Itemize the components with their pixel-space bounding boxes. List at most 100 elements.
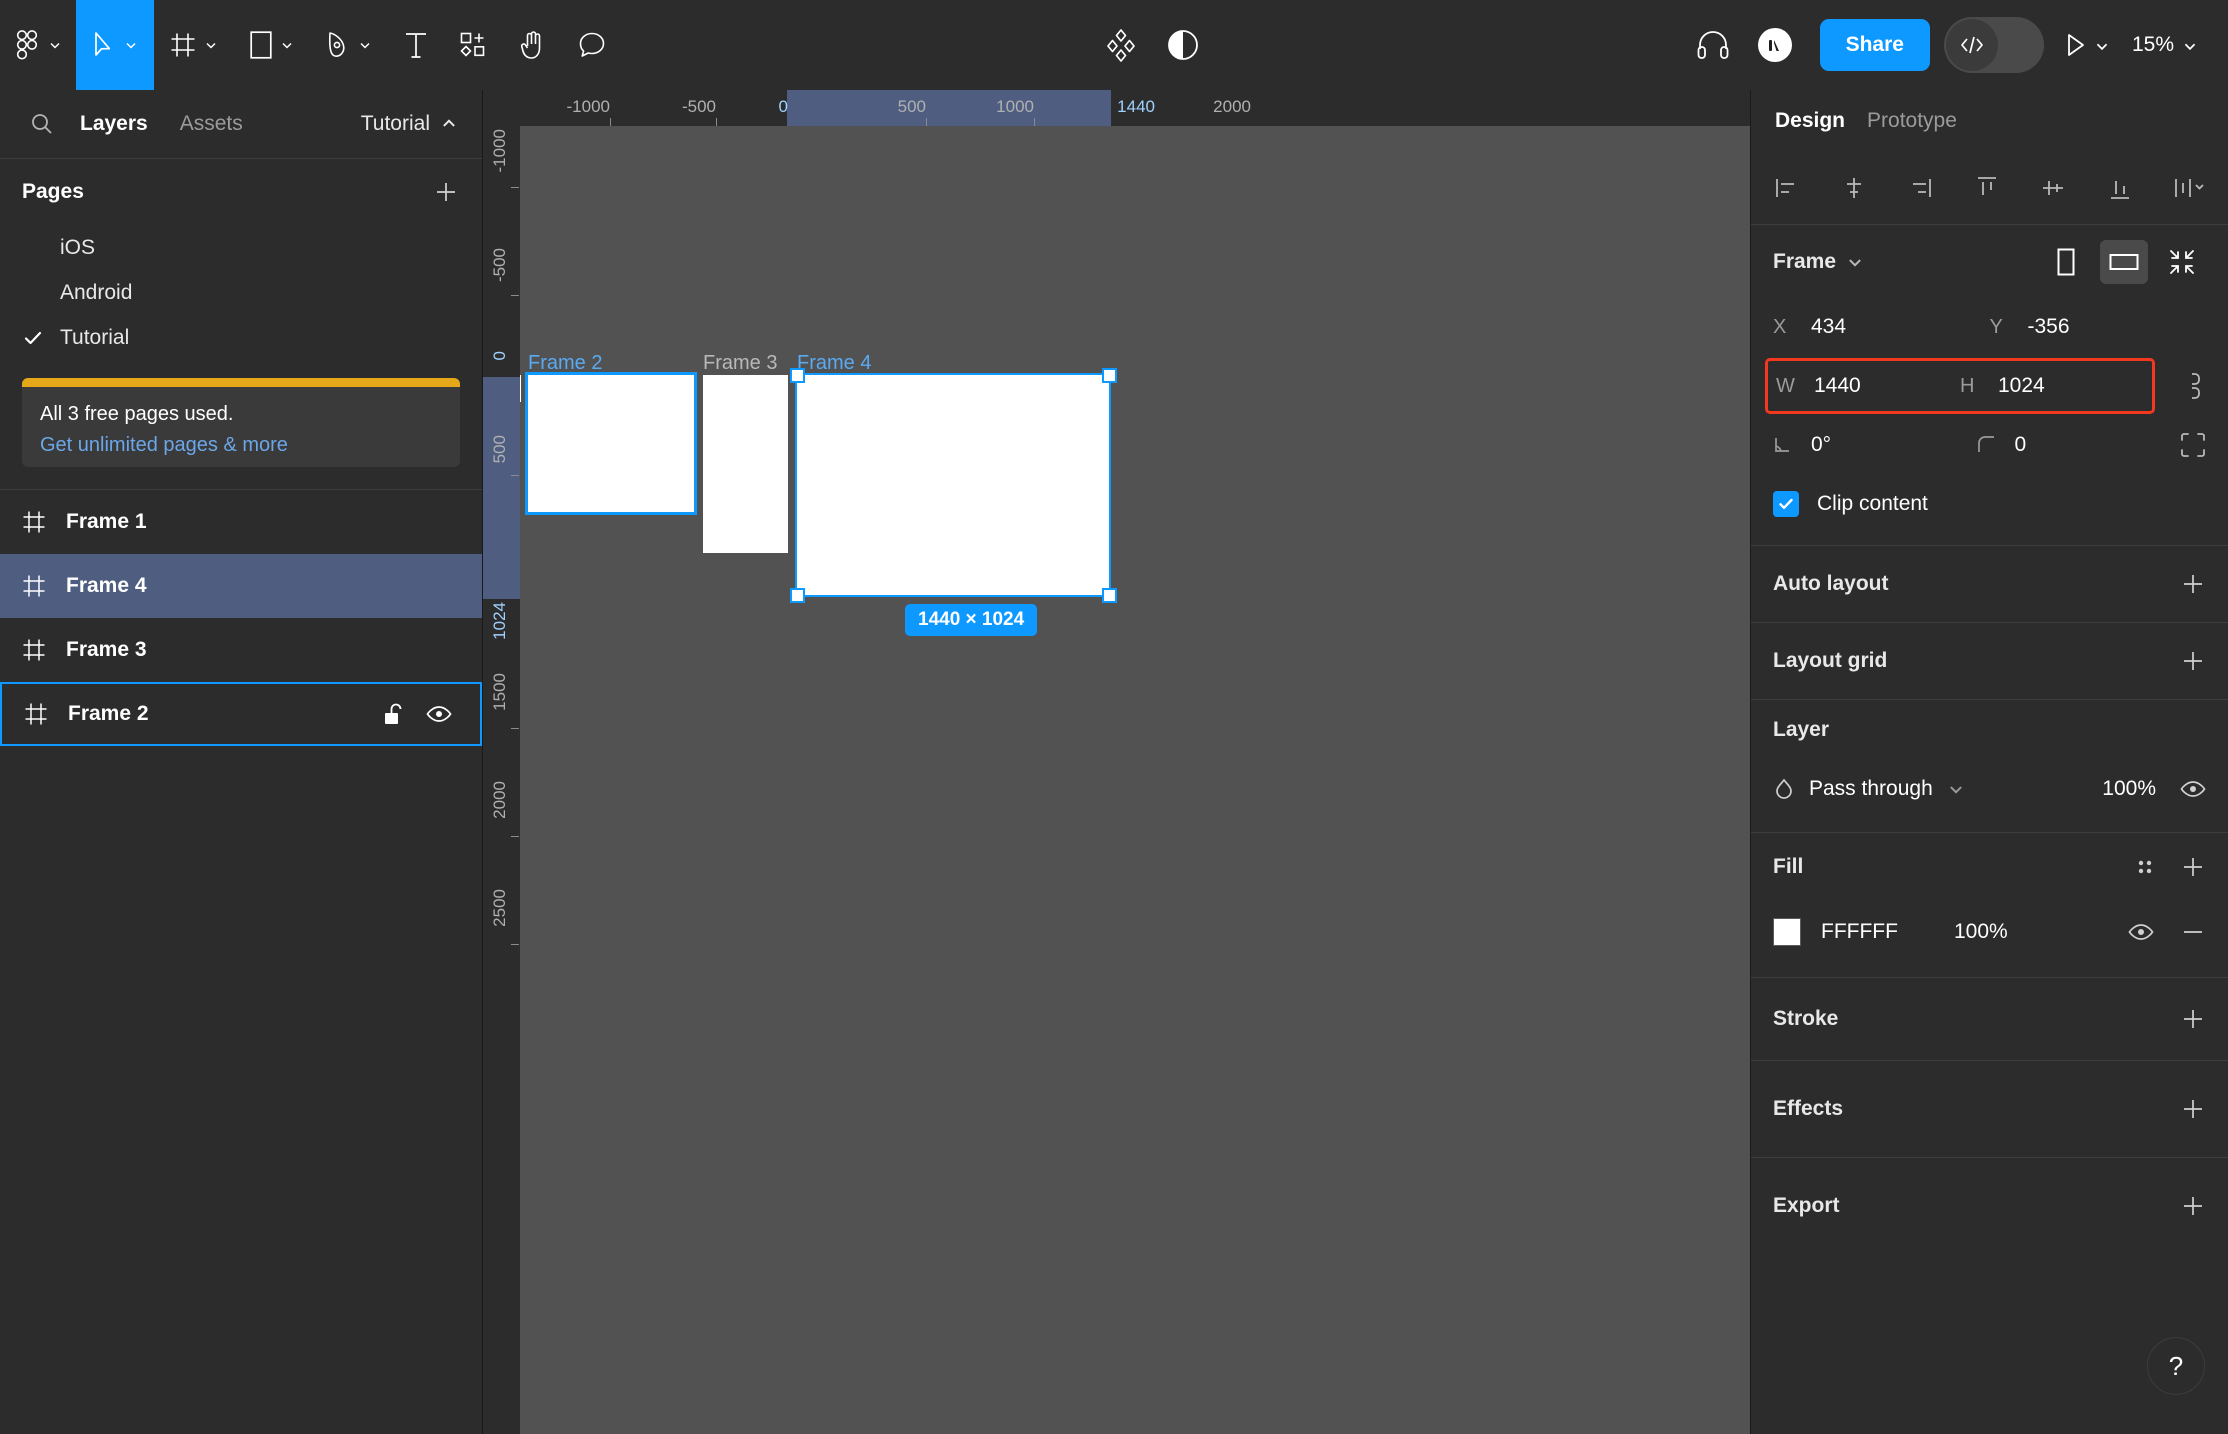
zoom-control[interactable]: 15% <box>2118 33 2206 57</box>
corner-radius-value: 0 <box>2014 433 2027 456</box>
align-right-icon[interactable] <box>1906 174 1934 202</box>
unlock-icon[interactable] <box>382 702 404 726</box>
resize-to-fit-icon[interactable] <box>2158 240 2206 284</box>
contrast-button[interactable] <box>1152 0 1214 90</box>
layer-row-frame-2[interactable]: Frame 2 <box>0 682 482 746</box>
search-button[interactable] <box>20 112 64 136</box>
layer-row-frame-1[interactable]: Frame 1 <box>0 490 482 554</box>
plus-icon[interactable] <box>2180 1096 2206 1122</box>
frame-icon <box>24 702 68 726</box>
tab-prototype[interactable]: Prototype <box>1867 109 1957 133</box>
page-item-ios[interactable]: iOS <box>0 225 482 270</box>
align-horizontal-center-icon[interactable] <box>1840 174 1868 202</box>
audio-button[interactable] <box>1682 0 1744 90</box>
eye-icon[interactable] <box>2128 922 2154 942</box>
y-label: Y <box>1989 315 2003 338</box>
share-button[interactable]: Share <box>1819 19 1930 71</box>
landscape-icon[interactable] <box>2100 240 2148 284</box>
align-top-icon[interactable] <box>1973 174 2001 202</box>
ruler-label: 500 <box>490 435 509 464</box>
layer-opacity-value[interactable]: 100% <box>2102 777 2156 801</box>
fill-opacity-value[interactable]: 100% <box>1954 920 2008 944</box>
vertical-ruler[interactable]: -1000 -500 0 500 1024 1500 2000 2500 <box>483 90 520 1434</box>
y-field[interactable]: Y -356 <box>1990 315 2207 339</box>
tab-layers[interactable]: Layers <box>64 112 164 136</box>
horizontal-ruler[interactable]: -1500 -1000 -500 0 500 1000 1440 2000 <box>483 90 1750 126</box>
minus-icon[interactable] <box>2180 919 2206 945</box>
plugins-button[interactable] <box>1090 0 1152 90</box>
frame-tool[interactable] <box>154 0 234 90</box>
eye-icon[interactable] <box>426 704 452 724</box>
help-button[interactable]: ? <box>2148 1338 2204 1394</box>
actions-tool[interactable] <box>444 0 504 90</box>
dev-mode-toggle[interactable] <box>1943 17 2044 73</box>
left-sidebar: Layers Assets Tutorial Pages iOS Android… <box>0 90 483 1434</box>
fill-styles-icon[interactable] <box>2134 856 2156 878</box>
rotation-field[interactable]: 0° <box>1773 433 1977 457</box>
checkmark-icon <box>22 327 60 349</box>
plus-icon[interactable] <box>2180 648 2206 674</box>
clip-content-row[interactable]: Clip content <box>1773 473 2206 535</box>
page-item-tutorial[interactable]: Tutorial <box>0 315 482 360</box>
canvas-frame-2[interactable] <box>525 372 697 515</box>
fill-hex-value[interactable]: FFFFFF <box>1821 920 1898 944</box>
portrait-icon[interactable] <box>2042 240 2090 284</box>
tab-assets[interactable]: Assets <box>164 112 259 136</box>
fill-color-swatch[interactable] <box>1773 918 1801 946</box>
figma-menu-button[interactable] <box>0 0 76 90</box>
independent-corners-icon[interactable] <box>2180 432 2206 458</box>
hand-icon <box>520 30 546 60</box>
plus-icon[interactable] <box>2180 571 2206 597</box>
chevron-down-icon[interactable] <box>1846 253 1864 271</box>
pen-tool[interactable] <box>310 0 388 90</box>
page-item-android[interactable]: Android <box>0 270 482 315</box>
upgrade-banner[interactable]: All 3 free pages used. Get unlimited pag… <box>22 378 460 467</box>
export-title: Export <box>1773 1194 1840 1217</box>
add-page-button[interactable] <box>432 178 460 206</box>
fill-title: Fill <box>1773 855 1804 878</box>
plus-icon[interactable] <box>2180 1193 2206 1219</box>
text-tool[interactable] <box>388 0 444 90</box>
frame-properties-section: Frame X 434 Y -356 W 1440 H 1024 0° 0 Cl… <box>1751 225 2228 535</box>
distribute-icon[interactable] <box>2172 174 2206 202</box>
present-button[interactable] <box>2044 32 2118 58</box>
plus-icon[interactable] <box>2180 1006 2206 1032</box>
align-bottom-icon[interactable] <box>2106 174 2134 202</box>
ruler-tick <box>511 944 519 945</box>
align-left-icon[interactable] <box>1773 174 1801 202</box>
canvas-viewport[interactable]: Frame 2 ... Frame 3 Frame 4 1440 × 1024 <box>483 90 1750 1434</box>
tab-design[interactable]: Design <box>1775 109 1845 133</box>
chevron-down-icon[interactable] <box>1947 780 1965 798</box>
eye-icon[interactable] <box>2180 779 2206 799</box>
banner-upgrade-link[interactable]: Get unlimited pages & more <box>40 434 442 457</box>
resize-handle-top-right[interactable] <box>1102 368 1117 383</box>
resize-handle-bottom-left[interactable] <box>790 588 805 603</box>
shape-tool[interactable] <box>234 0 310 90</box>
frame-label-frame-4[interactable]: Frame 4 <box>797 352 871 375</box>
move-tool[interactable] <box>76 0 154 90</box>
height-field[interactable]: H 1024 <box>1960 374 2144 398</box>
hand-tool[interactable] <box>504 0 562 90</box>
chevron-down-icon <box>124 38 138 52</box>
comment-tool[interactable] <box>562 0 622 90</box>
frame-label-frame-3[interactable]: Frame 3 <box>703 352 777 375</box>
resize-handle-bottom-right[interactable] <box>1102 588 1117 603</box>
canvas-frame-3[interactable] <box>703 375 788 553</box>
corner-radius-field[interactable]: 0 <box>1977 433 2181 457</box>
align-vertical-center-icon[interactable] <box>2039 174 2067 202</box>
layer-row-frame-3[interactable]: Frame 3 <box>0 618 482 682</box>
plus-icon[interactable] <box>2180 854 2206 880</box>
frame-label-frame-2[interactable]: Frame 2 <box>528 352 602 375</box>
layer-row-frame-4[interactable]: Frame 4 <box>0 554 482 618</box>
banner-message: All 3 free pages used. <box>40 403 234 425</box>
link-constraint-icon[interactable] <box>2184 371 2206 401</box>
canvas-frame-4[interactable] <box>795 373 1111 597</box>
file-name-button[interactable]: Tutorial <box>361 112 462 136</box>
layout-grid-header: Layout grid <box>1773 623 2206 699</box>
x-field[interactable]: X 434 <box>1773 315 1990 339</box>
user-avatar[interactable] <box>1744 0 1806 90</box>
clip-content-checkbox[interactable] <box>1773 491 1799 517</box>
blend-mode-value[interactable]: Pass through <box>1809 777 1933 801</box>
resize-handle-top-left[interactable] <box>790 368 805 383</box>
width-field[interactable]: W 1440 <box>1776 374 1960 398</box>
